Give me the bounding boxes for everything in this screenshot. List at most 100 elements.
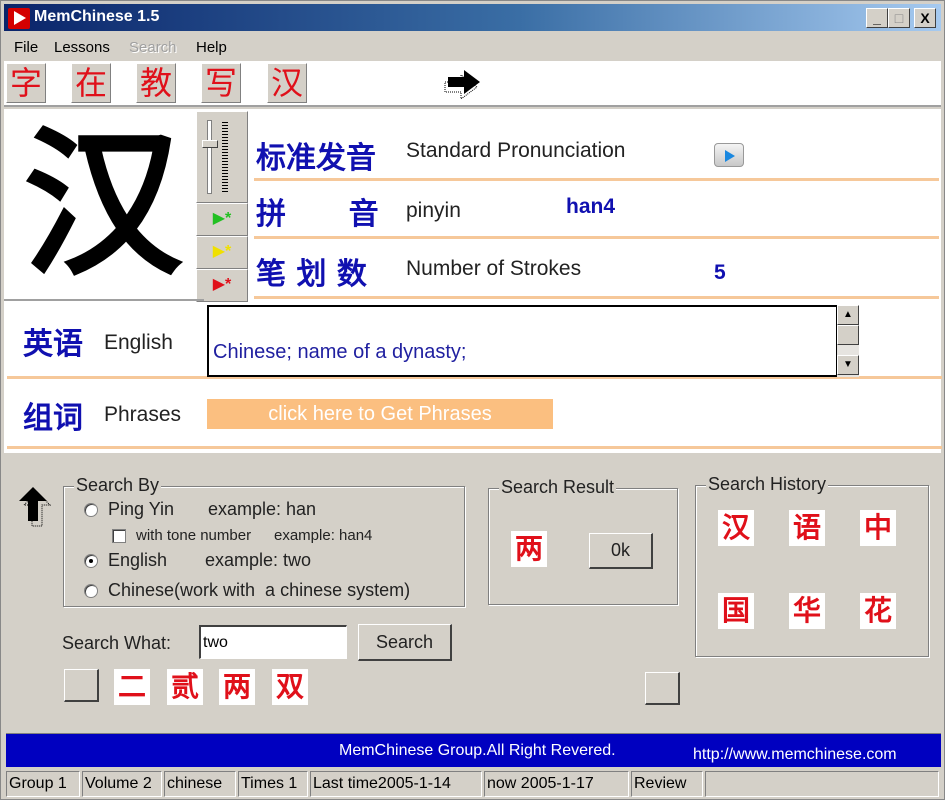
window-title: MemChinese 1.5 bbox=[34, 8, 160, 25]
tone-number-label[interactable]: with tone number bbox=[136, 527, 251, 544]
website-link[interactable]: http://www.memchinese.com bbox=[693, 746, 897, 764]
search-history-title: Search History bbox=[706, 474, 829, 495]
history-char[interactable]: 中 bbox=[860, 510, 896, 546]
slider-track bbox=[207, 120, 212, 194]
pinyin-en-label: pinyin bbox=[406, 199, 461, 222]
speed-slider[interactable] bbox=[196, 111, 248, 203]
meaning-textbox[interactable]: Chinese; name of a dynasty; bbox=[207, 305, 837, 377]
toolbar-char-button[interactable]: 字 bbox=[6, 63, 46, 103]
status-review[interactable]: Review bbox=[631, 771, 703, 797]
play-sound-button[interactable] bbox=[714, 143, 744, 167]
tone-number-example: example: han4 bbox=[274, 527, 373, 544]
phrases-cn-label: 组词 bbox=[23, 401, 83, 436]
pronunciation-cn-label: 标准发音 bbox=[256, 141, 376, 176]
pinyin-value: han4 bbox=[566, 195, 616, 218]
play-green-icon: ▶* bbox=[212, 210, 232, 227]
search-what-label: Search What: bbox=[62, 633, 172, 653]
search-what-result-char[interactable]: 双 bbox=[272, 669, 308, 705]
status-bar: Group 1 Volume 2 chinese Times 1 Last ti… bbox=[4, 769, 941, 797]
history-char[interactable]: 华 bbox=[789, 593, 825, 629]
title-bar[interactable]: MemChinese 1.5 _ □ X bbox=[4, 4, 941, 31]
arrow-right-icon[interactable] bbox=[444, 69, 484, 99]
meaning-text: Chinese; name of a dynasty; bbox=[213, 341, 467, 363]
character-info-panel: 汉 ▶* ▶* ▶* 标准发音 Standard Pronunciation 拼… bbox=[4, 109, 942, 453]
strokes-en-label: Number of Strokes bbox=[406, 257, 582, 280]
toolbar-char-button[interactable]: 写 bbox=[201, 63, 241, 103]
status-last-time: Last time2005-1-14 bbox=[310, 771, 482, 797]
scroll-down-button[interactable]: ▼ bbox=[837, 355, 859, 375]
english-en-label: English bbox=[104, 331, 173, 354]
search-by-group: Search By Ping Yin example: han with ton… bbox=[63, 475, 465, 607]
meaning-scrollbar[interactable]: ▲ ▼ bbox=[837, 305, 859, 377]
arrow-up-icon[interactable] bbox=[17, 487, 51, 527]
play-green-button[interactable]: ▶* bbox=[196, 203, 248, 236]
copyright-text: MemChinese Group.All Right Revered. bbox=[339, 742, 616, 759]
search-input[interactable] bbox=[199, 625, 347, 659]
search-result-char[interactable]: 两 bbox=[511, 531, 547, 567]
search-what-result-char[interactable]: 二 bbox=[114, 669, 150, 705]
lesson-toolbar: 字 在 教 写 汉 bbox=[4, 61, 941, 107]
search-result-group: Search Result 两 0k bbox=[488, 477, 678, 605]
search-by-title: Search By bbox=[74, 475, 162, 496]
english-row: 英语 English Chinese; name of a dynasty; ▲… bbox=[7, 301, 942, 379]
toolbar-char-button[interactable]: 教 bbox=[136, 63, 176, 103]
toolbar-char-button[interactable]: 在 bbox=[71, 63, 111, 103]
radio-pingyin[interactable] bbox=[84, 503, 98, 517]
search-what-result-char[interactable]: 贰 bbox=[167, 669, 203, 705]
menu-file[interactable]: File bbox=[14, 39, 38, 56]
scroll-thumb[interactable] bbox=[837, 325, 859, 345]
play-yellow-button[interactable]: ▶* bbox=[196, 236, 248, 269]
pinyin-cn-label: 拼 音 bbox=[256, 197, 379, 232]
status-now: now 2005-1-17 bbox=[484, 771, 629, 797]
play-red-icon: ▶* bbox=[212, 276, 232, 293]
radio-pingyin-label[interactable]: Ping Yin bbox=[108, 499, 174, 520]
english-cn-label: 英语 bbox=[23, 327, 83, 362]
history-char[interactable]: 花 bbox=[860, 593, 896, 629]
radio-english[interactable] bbox=[84, 554, 98, 568]
close-button[interactable]: X bbox=[914, 8, 936, 28]
history-char[interactable]: 汉 bbox=[718, 510, 754, 546]
toolbar-char-button[interactable]: 汉 bbox=[267, 63, 307, 103]
slider-ticks bbox=[222, 122, 228, 194]
strokes-cn-label: 笔 划 数 bbox=[256, 257, 367, 292]
prev-page-button[interactable] bbox=[64, 669, 99, 702]
ok-button[interactable]: 0k bbox=[589, 533, 653, 569]
search-result-title: Search Result bbox=[499, 477, 617, 498]
history-char[interactable]: 语 bbox=[789, 510, 825, 546]
pronunciation-row: 标准发音 Standard Pronunciation bbox=[254, 123, 939, 181]
menu-lessons[interactable]: Lessons bbox=[54, 39, 110, 56]
strokes-value: 5 bbox=[714, 261, 726, 284]
play-red-button[interactable]: ▶* bbox=[196, 269, 248, 302]
minimize-button[interactable]: _ bbox=[866, 8, 888, 28]
search-what-result-char[interactable]: 两 bbox=[219, 669, 255, 705]
menu-help[interactable]: Help bbox=[196, 39, 227, 56]
phrases-en-label: Phrases bbox=[104, 403, 182, 426]
history-char[interactable]: 国 bbox=[718, 593, 754, 629]
app-logo-icon bbox=[8, 8, 30, 29]
strokes-row: 笔 划 数 Number of Strokes 5 bbox=[254, 239, 939, 299]
current-character: 汉 bbox=[22, 110, 183, 298]
english-example: example: two bbox=[205, 550, 312, 570]
pronunciation-en-label: Standard Pronunciation bbox=[406, 139, 626, 162]
scroll-up-button[interactable]: ▲ bbox=[837, 305, 859, 325]
radio-chinese-label[interactable]: Chinese(work with a chinese system) bbox=[108, 580, 410, 601]
menu-search[interactable]: Search bbox=[129, 39, 177, 56]
tone-number-checkbox[interactable] bbox=[112, 529, 126, 543]
pinyin-row: 拼 音 pinyin han4 bbox=[254, 181, 939, 239]
menu-bar: File Lessons Search Help bbox=[4, 33, 941, 61]
status-volume: Volume 2 bbox=[82, 771, 162, 797]
radio-chinese[interactable] bbox=[84, 584, 98, 598]
radio-english-label[interactable]: English bbox=[108, 550, 167, 571]
next-page-button[interactable] bbox=[645, 672, 680, 705]
footer-banner: MemChinese Group.All Right Revered. http… bbox=[6, 733, 941, 767]
get-phrases-button[interactable]: click here to Get Phrases bbox=[207, 399, 553, 429]
status-group: Group 1 bbox=[6, 771, 80, 797]
status-language: chinese bbox=[164, 771, 236, 797]
play-yellow-icon: ▶* bbox=[212, 243, 232, 260]
status-times: Times 1 bbox=[238, 771, 308, 797]
maximize-button[interactable]: □ bbox=[888, 8, 910, 28]
slider-thumb[interactable] bbox=[202, 139, 218, 148]
search-history-group: Search History 汉 语 中 国 华 花 bbox=[695, 474, 929, 657]
search-button[interactable]: Search bbox=[358, 624, 452, 661]
status-empty bbox=[705, 771, 939, 797]
